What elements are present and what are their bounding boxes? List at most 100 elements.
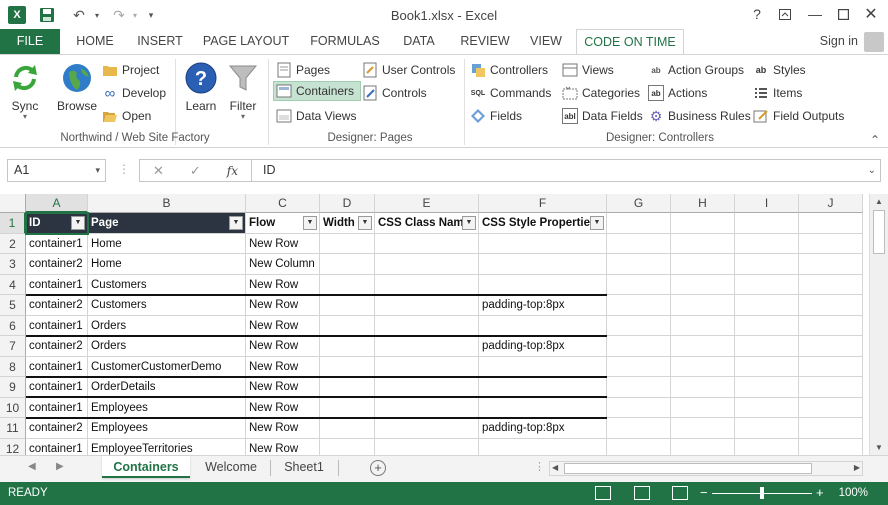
table-cell[interactable] [320, 418, 375, 439]
tab-file[interactable]: FILE [0, 29, 60, 54]
table-cell[interactable]: padding-top:8px [479, 336, 607, 357]
table-cell[interactable]: container1 [26, 233, 88, 254]
table-cell[interactable] [671, 315, 735, 336]
table-header-cell[interactable]: Page ▼ [88, 213, 246, 234]
insert-function-icon[interactable]: fx [227, 164, 238, 178]
table-cell[interactable] [799, 397, 863, 418]
table-cell[interactable] [671, 356, 735, 377]
fields-button[interactable]: Fields [470, 106, 522, 126]
table-cell[interactable]: New Row [246, 356, 320, 377]
horizontal-scroll-thumb[interactable] [564, 463, 812, 474]
help-icon[interactable]: ? [744, 3, 770, 25]
table-cell[interactable] [375, 315, 479, 336]
table-cell[interactable]: CustomerCustomerDemo [88, 356, 246, 377]
tab-review[interactable]: REVIEW [454, 29, 516, 54]
row-header[interactable]: 8 [0, 356, 26, 377]
table-cell[interactable]: Employees [88, 397, 246, 418]
row-header[interactable]: 3 [0, 254, 26, 275]
column-header-g[interactable]: G [607, 194, 671, 213]
cell[interactable] [799, 213, 863, 234]
table-cell[interactable] [735, 233, 799, 254]
maximize-icon[interactable] [830, 3, 856, 25]
tab-split-grip-icon[interactable]: ⋮ [534, 460, 545, 473]
table-cell[interactable]: container2 [26, 336, 88, 357]
table-cell[interactable] [479, 356, 607, 377]
filter-dropdown-icon[interactable]: ▼ [358, 216, 372, 230]
table-cell[interactable] [479, 397, 607, 418]
zoom-slider-thumb[interactable] [760, 487, 764, 499]
commands-button[interactable]: SQL Commands [470, 83, 552, 103]
table-cell[interactable] [375, 356, 479, 377]
column-header-f[interactable]: F [479, 194, 607, 213]
data-views-button[interactable]: Data Views [276, 106, 356, 126]
containers-button[interactable]: Containers [273, 81, 362, 101]
styles-button[interactable]: ab Styles [753, 60, 806, 80]
table-cell[interactable] [479, 377, 607, 398]
table-header-cell[interactable]: Width ▼ [320, 213, 375, 234]
table-cell[interactable] [320, 274, 375, 295]
table-cell[interactable]: Customers [88, 295, 246, 316]
page-break-view-icon[interactable] [672, 486, 688, 500]
filter-dropdown-icon[interactable]: ▼ [462, 216, 476, 230]
zoom-percentage[interactable]: 100% [839, 487, 868, 499]
column-header-i[interactable]: I [735, 194, 799, 213]
row-header[interactable]: 10 [0, 397, 26, 418]
sheet-tab-welcome[interactable]: Welcome [196, 456, 266, 478]
table-cell[interactable]: container1 [26, 274, 88, 295]
add-sheet-icon[interactable]: + [370, 460, 386, 476]
table-cell[interactable]: container1 [26, 377, 88, 398]
table-cell[interactable]: New Row [246, 397, 320, 418]
table-cell[interactable] [607, 274, 671, 295]
table-cell[interactable]: New Row [246, 233, 320, 254]
table-cell[interactable]: New Row [246, 377, 320, 398]
table-cell[interactable]: OrderDetails [88, 377, 246, 398]
actions-button[interactable]: ab Actions [648, 83, 707, 103]
table-cell[interactable] [320, 336, 375, 357]
table-cell[interactable] [735, 274, 799, 295]
column-header-e[interactable]: E [375, 194, 479, 213]
name-box-dropdown-icon[interactable]: ▾ [95, 160, 100, 181]
tab-view[interactable]: VIEW [524, 29, 568, 54]
data-fields-button[interactable]: abl Data Fields [562, 106, 643, 126]
table-cell[interactable]: container1 [26, 397, 88, 418]
table-cell[interactable]: container2 [26, 254, 88, 275]
vertical-scroll-thumb[interactable] [873, 210, 885, 254]
cell[interactable] [735, 213, 799, 234]
tab-insert[interactable]: INSERT [130, 29, 190, 54]
row-header[interactable]: 2 [0, 233, 26, 254]
table-cell[interactable]: padding-top:8px [479, 418, 607, 439]
categories-button[interactable]: Categories [562, 83, 640, 103]
table-cell[interactable]: container1 [26, 315, 88, 336]
table-cell[interactable] [607, 438, 671, 455]
collapse-ribbon-icon[interactable]: ⌃ [870, 133, 880, 147]
table-cell[interactable] [375, 336, 479, 357]
zoom-in-icon[interactable]: + [816, 485, 824, 500]
scroll-down-icon[interactable]: ▼ [875, 443, 883, 452]
table-cell[interactable]: container2 [26, 418, 88, 439]
table-cell[interactable] [799, 274, 863, 295]
row-header[interactable]: 4 [0, 274, 26, 295]
table-cell[interactable] [375, 295, 479, 316]
table-cell[interactable] [735, 418, 799, 439]
table-cell[interactable] [671, 336, 735, 357]
row-header[interactable]: 9 [0, 377, 26, 398]
table-cell[interactable] [375, 254, 479, 275]
table-cell[interactable]: padding-top:8px [479, 295, 607, 316]
table-cell[interactable] [671, 274, 735, 295]
horizontal-scrollbar[interactable]: ◀ ▶ [549, 461, 863, 476]
table-cell[interactable]: container2 [26, 295, 88, 316]
table-cell[interactable] [799, 336, 863, 357]
worksheet-grid[interactable]: A B C D E F G H I J 1 ID ▼ Page ▼ Flow ▼ Width ▼ CSS Class … [0, 194, 869, 455]
sheet-tab-containers[interactable]: Containers [102, 456, 190, 478]
minimize-icon[interactable]: — [802, 3, 828, 25]
table-cell[interactable]: New Row [246, 274, 320, 295]
row-header[interactable]: 5 [0, 295, 26, 316]
controllers-button[interactable]: Controllers [470, 60, 548, 80]
table-cell[interactable] [375, 274, 479, 295]
table-cell[interactable] [479, 438, 607, 455]
tab-formulas[interactable]: FORMULAS [304, 29, 386, 54]
table-cell[interactable] [799, 356, 863, 377]
table-cell[interactable] [671, 254, 735, 275]
table-cell[interactable]: New Column [246, 254, 320, 275]
table-cell[interactable] [607, 254, 671, 275]
